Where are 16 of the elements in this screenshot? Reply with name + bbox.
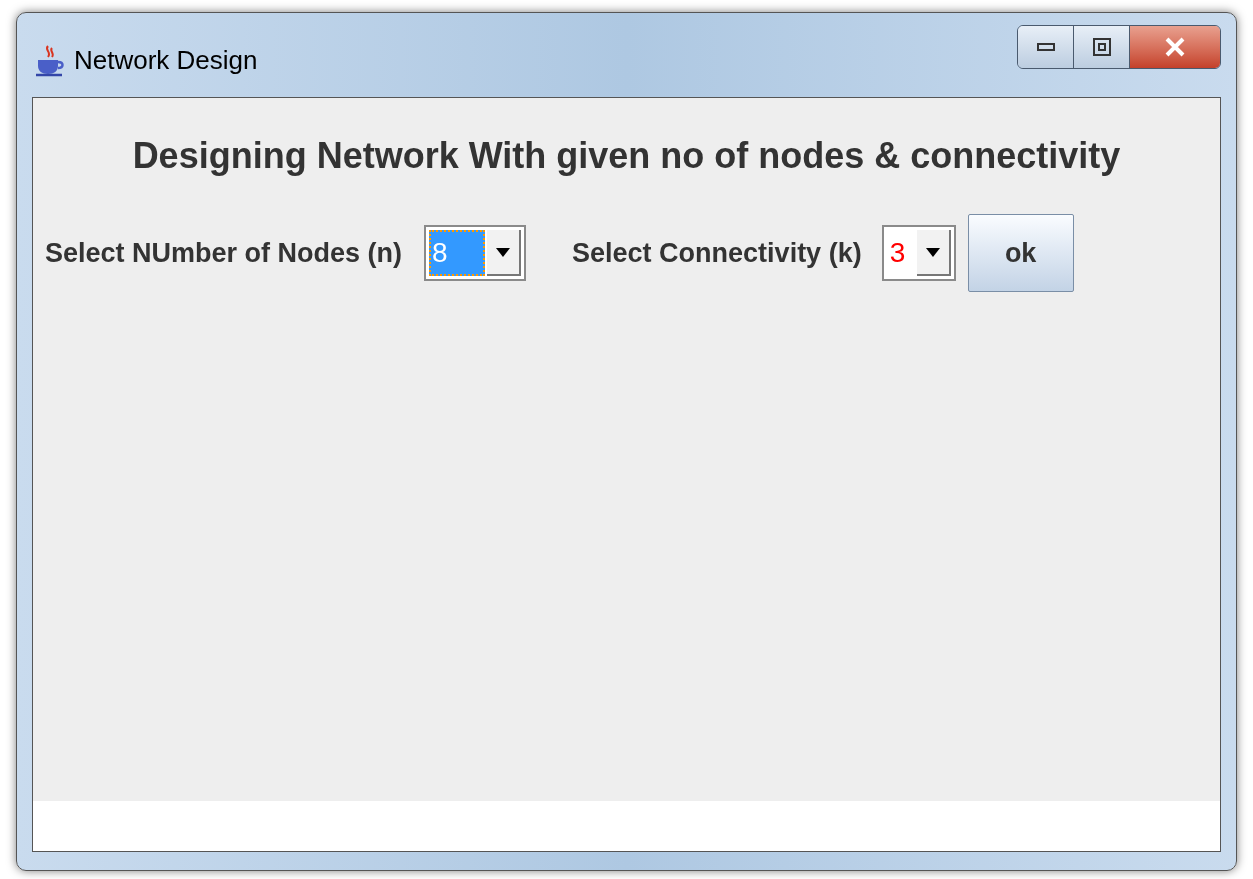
- coffee-cup-icon: [34, 43, 66, 78]
- combo-box[interactable]: 3: [881, 225, 956, 281]
- combo-value: 3: [888, 236, 907, 270]
- close-icon: [1164, 37, 1186, 57]
- combo-value: 8: [429, 230, 486, 276]
- window-title: Network Design: [74, 44, 258, 77]
- minimize-button[interactable]: [1018, 26, 1074, 68]
- combo-box[interactable]: 8: [424, 225, 527, 281]
- maximize-button[interactable]: [1074, 26, 1130, 68]
- maximize-icon: [1092, 38, 1111, 56]
- heading: Designing Network With given no of nodes & connectivity: [132, 134, 1121, 178]
- minimize-icon: [1036, 43, 1055, 51]
- field-label: Select Connectivity (k): [572, 236, 862, 270]
- ok-button[interactable]: ok: [967, 214, 1074, 292]
- close-button[interactable]: [1130, 26, 1220, 68]
- field-label: Select NUmber of Nodes (n): [45, 236, 403, 270]
